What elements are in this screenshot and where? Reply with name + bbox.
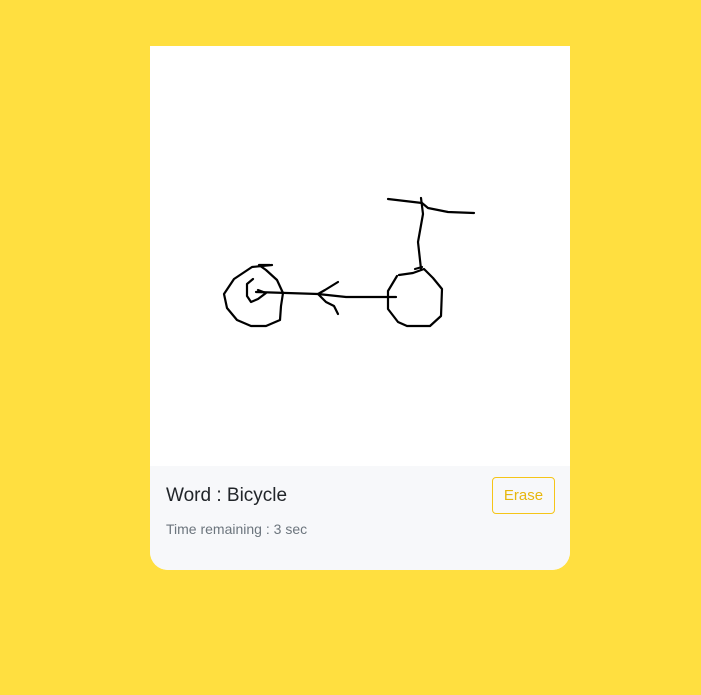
erase-button[interactable]: Erase (492, 477, 555, 514)
word-value: Bicycle (226, 485, 288, 506)
sketch-rear-wheel (222, 263, 285, 328)
time-label: Time remaining (166, 521, 262, 537)
drawing-canvas[interactable] (150, 46, 570, 466)
word-label: Word (166, 485, 212, 506)
sketch-handlebar (386, 197, 476, 215)
drawing-svg (222, 196, 476, 328)
sketch-rear-wheel-spiral (245, 277, 268, 304)
sketch-fork (416, 196, 425, 271)
sketch-frame (254, 290, 398, 299)
card-footer: Word : Bicycle Time remaining : 3 sec Er… (150, 466, 570, 570)
time-value: 3 (273, 521, 282, 537)
timer-display: Time remaining : 3 sec (166, 521, 308, 537)
word-display: Word : Bicycle (166, 485, 288, 506)
time-unit: sec (285, 521, 308, 537)
sketch-arrowhead (316, 280, 340, 316)
drawing-card: Word : Bicycle Time remaining : 3 sec Er… (150, 46, 570, 570)
